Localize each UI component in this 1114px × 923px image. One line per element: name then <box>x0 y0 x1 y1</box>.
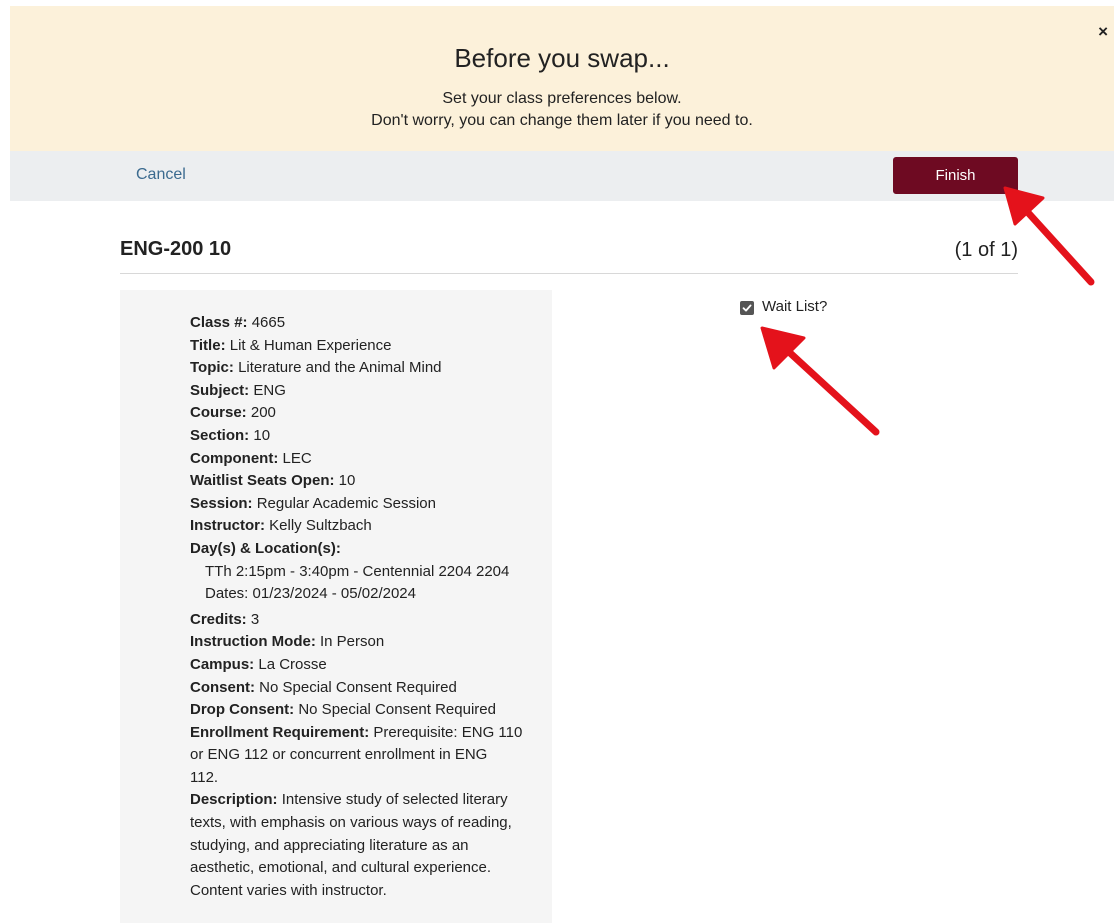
detail-label: Consent: <box>190 678 255 696</box>
banner-title: Before you swap... <box>454 43 670 73</box>
detail-value: 10 <box>253 426 271 444</box>
detail-value: Lit & Human Experience <box>229 336 392 354</box>
detail-session: Session: Regular Academic Session <box>190 493 535 516</box>
detail-value: 10 <box>338 472 356 490</box>
detail-value: Regular Academic Session <box>256 494 436 512</box>
meeting-time-location: TTh 2:15pm - 3:40pm - Centennial 2204 22… <box>205 562 510 580</box>
detail-label: Credits: <box>190 610 247 628</box>
detail-days-locations: Day(s) & Location(s): <box>190 538 535 561</box>
detail-value: Prerequisite: ENG 110 <box>373 723 523 741</box>
detail-section: Section: 10 <box>190 425 535 448</box>
detail-label: Class #: <box>190 314 248 331</box>
detail-label: Campus: <box>190 655 255 673</box>
detail-description-line: Content varies with instructor. <box>190 881 387 899</box>
detail-component: Component: LEC <box>190 448 535 471</box>
detail-label: Enrollment Requirement: <box>190 723 370 741</box>
class-header: ENG-200 10 (1 of 1) <box>120 237 1018 274</box>
action-bar: Cancel Finish <box>10 151 1114 201</box>
cancel-link[interactable]: Cancel <box>136 166 186 184</box>
meeting-block: TTh 2:15pm - 3:40pm - Centennial 2204 22… <box>190 561 535 606</box>
close-icon[interactable]: × <box>1098 23 1108 40</box>
detail-value: No Special Consent Required <box>298 701 496 719</box>
detail-value: In Person <box>320 633 385 651</box>
class-code: ENG-200 10 <box>120 238 232 260</box>
detail-value: Kelly Sultzbach <box>269 517 372 535</box>
detail-label: Title: <box>190 336 226 354</box>
detail-subject: Subject: ENG <box>190 380 535 403</box>
detail-label: Instructor: <box>190 517 265 535</box>
detail-enrollment-requirement-cont: or ENG 112 or concurrent enrollment in E… <box>190 746 488 764</box>
detail-label: Section: <box>190 426 250 444</box>
detail-description-line: texts, with emphasis on various ways of … <box>190 814 512 832</box>
banner-subtitle: Set your class preferences below. Don't … <box>10 88 1114 132</box>
detail-value: 4665 <box>251 314 286 331</box>
detail-waitlist-seats: Waitlist Seats Open: 10 <box>190 470 535 493</box>
detail-campus: Campus: La Crosse <box>190 654 535 677</box>
banner-subtitle-line1: Set your class preferences below. <box>442 90 682 107</box>
detail-class-number: Class #: 4665 <box>190 312 535 335</box>
class-details-panel: Class #: 4665 Title: Lit & Human Experie… <box>120 290 552 923</box>
annotation-arrow-icon <box>760 326 880 436</box>
swap-banner: Before you swap... Set your class prefer… <box>10 6 1114 151</box>
detail-drop-consent: Drop Consent: No Special Consent Require… <box>190 699 535 722</box>
detail-value: LEC <box>282 449 312 467</box>
meeting-dates: Dates: 01/23/2024 - 05/02/2024 <box>205 585 416 603</box>
waitlist-label: Wait List? <box>762 298 828 315</box>
detail-title: Title: Lit & Human Experience <box>190 335 535 358</box>
detail-value: ENG <box>253 381 286 399</box>
detail-label: Day(s) & Location(s): <box>190 539 341 557</box>
banner-subtitle-line2: Don't worry, you can change them later i… <box>371 112 753 129</box>
detail-value: La Crosse <box>258 655 327 673</box>
detail-description-line: studying, and appreciating literature as… <box>190 836 469 854</box>
detail-enrollment-requirement-end: 112. <box>190 768 219 786</box>
detail-enrollment-requirement: Enrollment Requirement: Prerequisite: EN… <box>190 722 535 745</box>
detail-label: Component: <box>190 449 279 467</box>
detail-label: Waitlist Seats Open: <box>190 472 335 490</box>
class-details-list: Class #: 4665 Title: Lit & Human Experie… <box>190 312 535 902</box>
detail-course: Course: 200 <box>190 402 535 425</box>
detail-value: 3 <box>250 610 260 628</box>
detail-value: No Special Consent Required <box>259 678 457 696</box>
swap-preferences-page: Before you swap... Set your class prefer… <box>0 0 1114 923</box>
detail-consent: Consent: No Special Consent Required <box>190 677 535 700</box>
detail-value: Literature and the Animal Mind <box>238 359 442 377</box>
detail-label: Drop Consent: <box>190 701 295 719</box>
waitlist-checkbox[interactable] <box>740 300 754 315</box>
detail-label: Subject: <box>190 381 250 399</box>
detail-label: Session: <box>190 494 253 512</box>
detail-description: Description: Intensive study of selected… <box>190 789 535 812</box>
detail-label: Description: <box>190 791 278 809</box>
annotation-arrow-icon <box>1003 186 1095 286</box>
detail-label: Topic: <box>190 359 234 377</box>
detail-value: 200 <box>250 404 276 422</box>
waitlist-option: Wait List? <box>740 298 827 315</box>
detail-description-line: aesthetic, emotional, and cultural exper… <box>190 859 492 877</box>
detail-instruction-mode: Instruction Mode: In Person <box>190 631 535 654</box>
detail-topic: Topic: Literature and the Animal Mind <box>190 357 535 380</box>
detail-credits: Credits: 3 <box>190 609 535 632</box>
checkmark-icon <box>742 304 752 311</box>
detail-value: Intensive study of selected literary <box>281 791 508 809</box>
detail-label: Course: <box>190 404 247 422</box>
detail-instructor: Instructor: Kelly Sultzbach <box>190 515 535 538</box>
detail-label: Instruction Mode: <box>190 633 316 651</box>
